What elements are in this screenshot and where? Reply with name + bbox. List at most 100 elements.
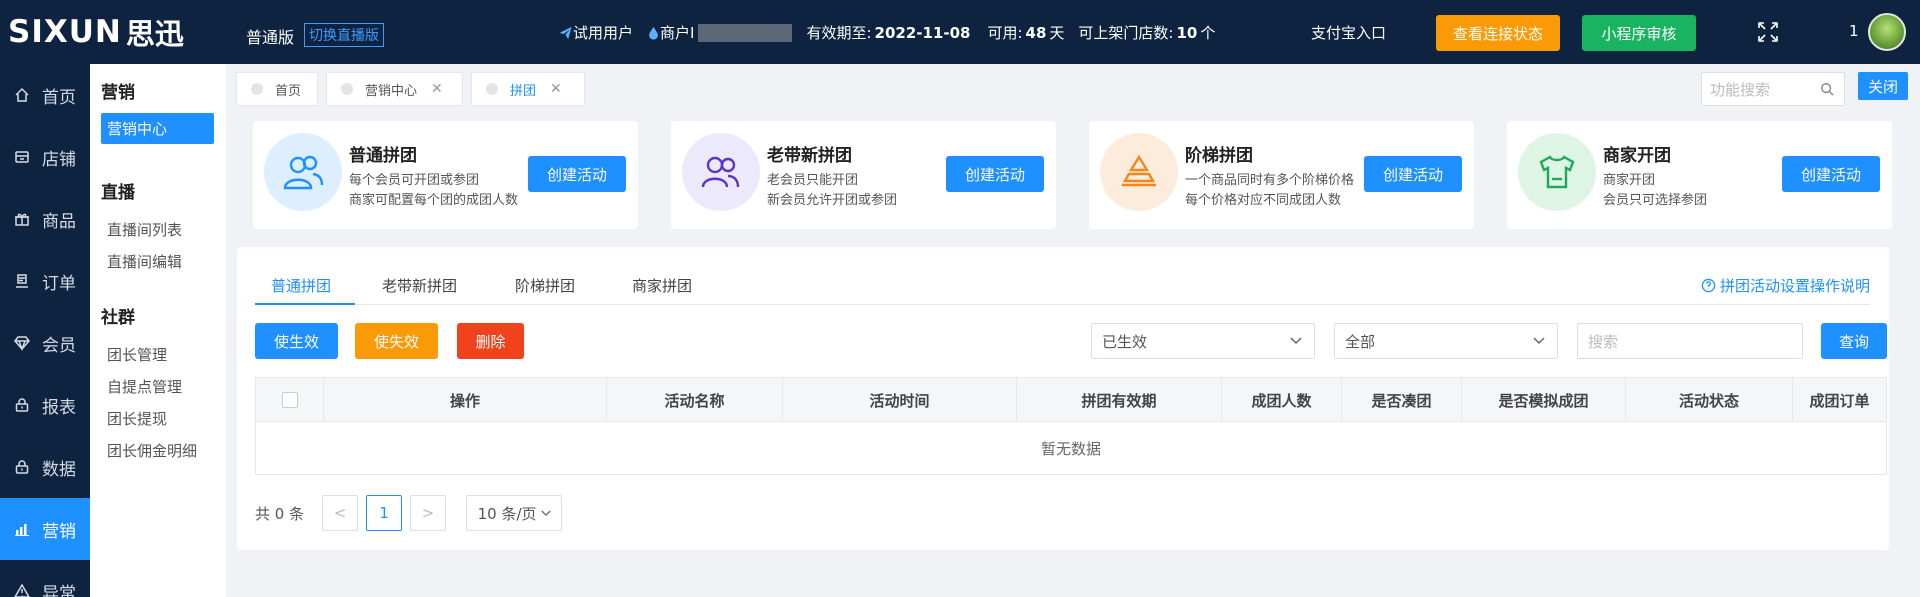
tab-merchant-group[interactable]: 商家拼团 bbox=[632, 275, 692, 296]
card-desc: 老会员只能开团 新会员允许开团或参团 bbox=[767, 171, 897, 211]
sub-group-marketing: 营销 bbox=[101, 83, 135, 103]
create-activity-button[interactable]: 创建活动 bbox=[528, 156, 626, 192]
chevron-down-icon bbox=[1533, 337, 1545, 345]
stores-label: 可上架门店数: bbox=[1078, 24, 1174, 42]
delete-button[interactable]: 删除 bbox=[457, 323, 524, 359]
merchant-label: 商户I bbox=[660, 24, 695, 42]
order-icon bbox=[16, 274, 28, 288]
sub-group-community: 社群 bbox=[101, 308, 135, 328]
nav-item-marketing[interactable]: 营销 bbox=[0, 498, 90, 560]
close-icon[interactable]: ✕ bbox=[431, 81, 443, 97]
nav-label: 订单 bbox=[42, 273, 76, 294]
nav-item-goods[interactable]: 商品 bbox=[0, 188, 90, 250]
tab-old-with-new[interactable]: 老带新拼团 bbox=[382, 275, 457, 296]
create-activity-button[interactable]: 创建活动 bbox=[1782, 156, 1880, 192]
page-tab-home[interactable]: 首页 bbox=[236, 72, 318, 106]
sub-group-live: 直播 bbox=[101, 183, 135, 203]
panel-tabs: 普通拼团 老带新拼团 阶梯拼团 商家拼团 拼团活动设置操作说明 bbox=[255, 263, 1870, 305]
nav-label: 店铺 bbox=[42, 149, 76, 170]
card-desc-line: 一个商品同时有多个阶梯价格 bbox=[1185, 173, 1355, 188]
next-page-button[interactable]: > bbox=[410, 495, 447, 531]
nav-item-members[interactable]: 会员 bbox=[0, 312, 90, 374]
col-header: 成团人数 bbox=[1222, 378, 1342, 422]
card-desc-line: 每个会员可开团或参团 bbox=[349, 173, 480, 188]
store-count: 可上架门店数: 10 个 bbox=[1078, 22, 1215, 43]
sub-item-leader-manage[interactable]: 团长管理 bbox=[101, 338, 226, 370]
type-select[interactable]: 全部 bbox=[1334, 323, 1558, 359]
tab-label: 首页 bbox=[275, 83, 302, 99]
status-select[interactable]: 已生效 bbox=[1091, 323, 1315, 359]
nav-item-store[interactable]: 店铺 bbox=[0, 126, 90, 188]
alipay-entry-link[interactable]: 支付宝入口 bbox=[1311, 22, 1386, 43]
logo: SIXUN 思迅 bbox=[0, 0, 222, 64]
search-input[interactable]: 搜索 bbox=[1577, 323, 1803, 359]
stores-value: 10 bbox=[1176, 23, 1198, 42]
expiry-label: 有效期至: bbox=[806, 24, 872, 42]
create-activity-button[interactable]: 创建活动 bbox=[1364, 156, 1462, 192]
user-number: 1 bbox=[1849, 22, 1859, 40]
prev-page-button[interactable]: < bbox=[322, 495, 359, 531]
page-tab-group-buy[interactable]: 拼团 ✕ bbox=[471, 72, 585, 106]
pyramid-icon bbox=[1100, 133, 1178, 211]
status-select-value: 已生效 bbox=[1102, 332, 1148, 351]
nav-item-orders[interactable]: 订单 bbox=[0, 250, 90, 312]
page-tab-marketing[interactable]: 营销中心 ✕ bbox=[326, 72, 463, 106]
home-icon bbox=[15, 87, 29, 102]
nav-item-reports[interactable]: 报表 bbox=[0, 374, 90, 436]
miniprogram-review-button[interactable]: 小程序审核 bbox=[1582, 15, 1696, 51]
sub-item-live-list[interactable]: 直播间列表 bbox=[101, 213, 226, 245]
col-header: 活动状态 bbox=[1626, 378, 1793, 422]
select-all-cell bbox=[256, 378, 324, 422]
sub-item-leader-withdraw[interactable]: 团长提现 bbox=[101, 402, 226, 434]
nav-label: 异常 bbox=[42, 583, 76, 597]
nav-item-exceptions[interactable]: 异常 bbox=[0, 560, 90, 597]
page-size-select[interactable]: 10 条/页 bbox=[466, 495, 563, 531]
col-header: 活动名称 bbox=[607, 378, 783, 422]
disable-button[interactable]: 使失效 bbox=[355, 323, 438, 359]
function-search-input[interactable]: 功能搜索 bbox=[1701, 72, 1845, 106]
lock-icon bbox=[15, 398, 29, 412]
card-desc-line: 老会员只能开团 bbox=[767, 173, 859, 188]
sub-item-pickup-manage[interactable]: 自提点管理 bbox=[101, 370, 226, 402]
side-nav: 首页 店铺 商品 订单 会员 报表 数据 营销 异常 bbox=[0, 64, 90, 597]
account-info: 试用用户 商户I 有效期至: 2022-11-08 可用: 48 天 可上架门店… bbox=[558, 22, 1229, 43]
connection-status-button[interactable]: 查看连接状态 bbox=[1436, 15, 1560, 51]
card-old-with-new: 老带新拼团 老会员只能开团 新会员允许开团或参团 创建活动 bbox=[671, 121, 1056, 229]
card-desc-line: 商家开团 bbox=[1603, 173, 1656, 188]
avatar[interactable] bbox=[1868, 13, 1906, 51]
sub-item-leader-commission[interactable]: 团长佣金明细 bbox=[101, 434, 226, 466]
shirt-icon bbox=[1518, 133, 1596, 211]
sub-nav: 营销 营销中心 直播 直播间列表 直播间编辑 社群 团长管理 自提点管理 团长提… bbox=[90, 64, 226, 597]
expiry: 有效期至: 2022-11-08 bbox=[806, 22, 973, 43]
fullscreen-icon[interactable] bbox=[1756, 20, 1780, 44]
help-link[interactable]: 拼团活动设置操作说明 bbox=[1701, 275, 1870, 296]
col-header: 是否凑团 bbox=[1342, 378, 1462, 422]
nav-label: 会员 bbox=[42, 335, 76, 356]
page-size-value: 10 条/页 bbox=[477, 504, 537, 523]
close-button[interactable]: 关闭 bbox=[1858, 72, 1908, 100]
query-button[interactable]: 查询 bbox=[1821, 323, 1887, 359]
logo-cn: 思迅 bbox=[125, 17, 184, 51]
bar-chart-icon bbox=[15, 524, 29, 536]
create-activity-button[interactable]: 创建活动 bbox=[946, 156, 1044, 192]
page-tab-bar: 首页 营销中心 ✕ 拼团 ✕ bbox=[226, 64, 1920, 112]
group-buy-table: 操作 活动名称 活动时间 拼团有效期 成团人数 是否凑团 是否模拟成团 活动状态… bbox=[255, 377, 1887, 475]
select-all-checkbox[interactable] bbox=[281, 392, 298, 408]
available-unit: 天 bbox=[1049, 24, 1065, 42]
tab-tiered-group[interactable]: 阶梯拼团 bbox=[515, 275, 575, 296]
switch-live-edition-link[interactable]: 切换直播版 bbox=[304, 23, 385, 47]
available-label: 可用: bbox=[987, 24, 1023, 42]
enable-button[interactable]: 使生效 bbox=[255, 323, 338, 359]
available-value: 48 bbox=[1025, 23, 1047, 42]
nav-item-data[interactable]: 数据 bbox=[0, 436, 90, 498]
col-header: 操作 bbox=[324, 378, 607, 422]
sub-item-marketing-center[interactable]: 营销中心 bbox=[101, 113, 214, 144]
card-title: 阶梯拼团 bbox=[1185, 146, 1253, 166]
card-merchant-group: 商家开团 商家开团 会员只可选择参团 创建活动 bbox=[1507, 121, 1892, 229]
nav-item-home[interactable]: 首页 bbox=[0, 64, 90, 126]
sub-item-live-edit[interactable]: 直播间编辑 bbox=[101, 245, 226, 277]
tab-normal-group[interactable]: 普通拼团 bbox=[271, 275, 331, 296]
close-icon[interactable]: ✕ bbox=[550, 81, 562, 97]
page-1[interactable]: 1 bbox=[366, 495, 403, 531]
card-title: 商家开团 bbox=[1603, 146, 1671, 166]
